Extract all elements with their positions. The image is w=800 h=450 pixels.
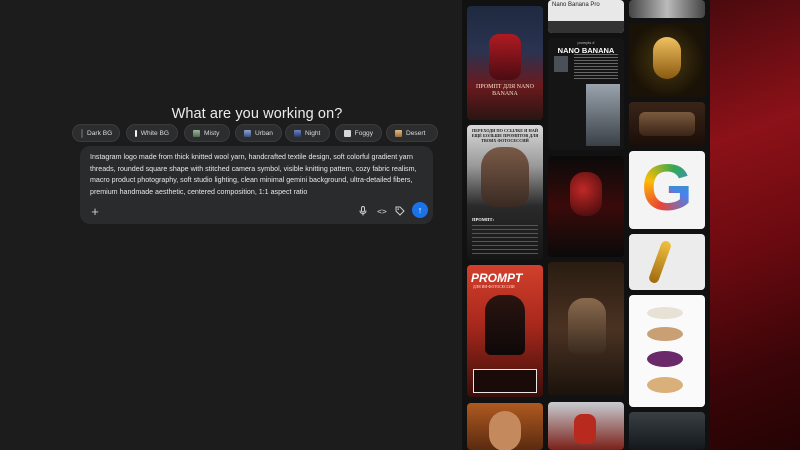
food-layer (647, 377, 683, 393)
golden-mouse-shape (653, 37, 681, 79)
tile-body-text (472, 225, 538, 255)
gallery-tile-car[interactable] (548, 402, 624, 450)
chip-night[interactable]: Night (285, 124, 330, 142)
gallery-tile-poker[interactable] (629, 102, 705, 146)
tile-text-box (473, 369, 537, 393)
tile-prompt-sub: ДЛЯ ИИ-ФОТОСЕССИИ (473, 285, 515, 289)
white-bg-icon (135, 129, 137, 137)
mic-icon[interactable] (357, 204, 369, 218)
dark-bg-icon (81, 128, 83, 138)
desktop-wallpaper (710, 0, 800, 450)
chip-desert[interactable]: Desert (386, 124, 438, 142)
chip-urban[interactable]: Urban (235, 124, 282, 142)
chip-label: Dark BG (87, 129, 113, 137)
gallery-tile-spiderman[interactable]: ПРОМПТ ДЛЯ NANO BANANA (467, 6, 543, 120)
food-layer (647, 307, 683, 319)
gallery-tile-red-portrait[interactable] (548, 156, 624, 257)
chip-label: Foggy (354, 129, 373, 137)
spiderman-figure (489, 34, 521, 80)
night-icon (294, 129, 301, 137)
gallery-pane: ПРОМПТ ДЛЯ NANO BANANA ПЕРЕХОДИ ПО ССЫЛК… (462, 0, 710, 450)
gallery-tile-nano-pro[interactable]: Nano Banana Pro (548, 0, 624, 33)
gallery-tile-garage[interactable] (629, 412, 705, 450)
misty-icon (193, 129, 200, 137)
tile-header: ПЕРЕХОДИ ПО ССЫЛКЕ И НАЙ ЕЩЁ БОЛЬШЕ ПРОМ… (471, 128, 539, 143)
tile-small-caption: prompts # (577, 41, 595, 45)
chip-label: Urban (255, 129, 273, 137)
food-layer (647, 327, 683, 341)
style-chips-row: Dark BG White BG Misty Urban Night Foggy… (72, 124, 462, 142)
tile-caption: Nano Banana Pro (552, 2, 600, 8)
gallery-tile-food-layers[interactable] (629, 295, 705, 407)
portrait-figure (485, 295, 525, 355)
desert-icon (395, 129, 402, 137)
tile-prompt-label: ПРОМПТ: (472, 217, 494, 222)
tile-prompt-big: PROMPT (471, 271, 523, 285)
tile-figure (574, 414, 596, 444)
prompt-composer[interactable]: Instagram logo made from thick knitted w… (80, 146, 433, 224)
gallery-tile-cigar-man[interactable] (548, 262, 624, 396)
code-button[interactable]: <> (374, 204, 390, 218)
portrait-face (481, 147, 529, 207)
tile-text-block (574, 54, 618, 80)
urban-icon (244, 129, 251, 137)
chip-dark-bg[interactable]: Dark BG (72, 124, 120, 142)
gallery-tile-saxophone[interactable] (629, 234, 705, 290)
tile-figures (639, 112, 695, 136)
gallery-tile-prompt-red[interactable]: PROMPT ДЛЯ ИИ-ФОТОСЕССИИ (467, 265, 543, 397)
foggy-icon (344, 129, 351, 137)
prompt-text[interactable]: Instagram logo made from thick knitted w… (90, 152, 426, 198)
saxophone-shape (647, 239, 673, 285)
food-layer (647, 351, 683, 367)
gallery-tile-google-logo[interactable]: G (629, 151, 705, 229)
chip-label: Misty (204, 129, 220, 137)
portrait-face (570, 172, 602, 216)
gallery-tile-bald-man[interactable] (467, 403, 543, 450)
portrait-figure (568, 298, 606, 354)
gallery-tile-portrait-man[interactable]: ПЕРЕХОДИ ПО ССЫЛКЕ И НАЙ ЕЩЁ БОЛЬШЕ ПРОМ… (467, 125, 543, 260)
chat-pane: What are you working on? Dark BG White B… (0, 0, 462, 450)
chip-white-bg[interactable]: White BG (126, 124, 178, 142)
chip-misty[interactable]: Misty (184, 124, 230, 142)
chip-label: Night (305, 129, 321, 137)
portrait-head (489, 411, 521, 450)
gallery-tile-chess[interactable] (629, 0, 705, 18)
tile-strip (548, 21, 624, 33)
tile-thumb (554, 56, 568, 72)
tile-caption: ПРОМПТ ДЛЯ NANO BANANA (476, 84, 534, 97)
chip-label: White BG (140, 129, 169, 137)
page-title: What are you working on? (171, 106, 343, 122)
chip-foggy[interactable]: Foggy (335, 124, 382, 142)
chip-label: Desert (406, 129, 426, 137)
google-g-icon: G (629, 151, 705, 225)
gallery-tile-nano-banana[interactable]: prompts # NANO BANANA (548, 38, 624, 150)
gallery-tile-golden-mouse[interactable] (629, 23, 705, 97)
send-button[interactable]: ↑ (412, 202, 428, 218)
add-button[interactable]: + (88, 204, 102, 219)
tile-photo-strip (586, 84, 620, 146)
tag-icon[interactable] (393, 204, 407, 218)
